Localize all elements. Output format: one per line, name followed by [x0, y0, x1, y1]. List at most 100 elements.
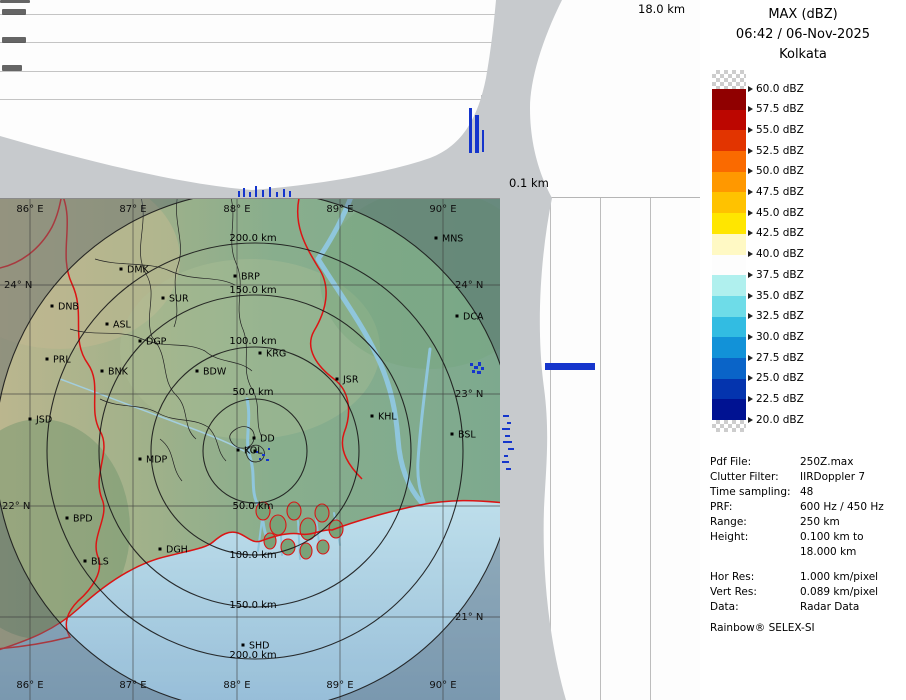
- radar-echo: [503, 441, 512, 443]
- radar-echo: [507, 422, 511, 424]
- radar-echo-cell: [259, 458, 261, 460]
- height-axis-corner-panel: 18.0 km 0.1 km: [500, 0, 700, 198]
- meta-value: 600 Hz / 450 Hz: [800, 501, 884, 513]
- city-marker: [84, 560, 87, 563]
- radar-echo-cell: [481, 367, 484, 370]
- city-marker: [46, 358, 49, 361]
- lat-label: 22° N: [2, 501, 30, 512]
- meta-label: PRF:: [710, 501, 800, 514]
- height-axis-min-label: 0.1 km: [509, 176, 549, 190]
- city-marker: [106, 323, 109, 326]
- radar-echo: [482, 130, 484, 152]
- city-label: BDW: [203, 367, 227, 378]
- radar-map-panel: 86° E86° E87° E87° E88° E88° E89° E89° E…: [0, 198, 500, 700]
- radar-echo-cell: [472, 370, 475, 373]
- range-ring-label: 200.0 km: [229, 233, 276, 244]
- city-marker: [29, 418, 32, 421]
- meta-value: IIRDoppler 7: [800, 471, 865, 483]
- vertical-profile-top-panel: [0, 0, 500, 198]
- meta-value: 0.089 km/pixel: [800, 586, 878, 598]
- meta-row: Data:Radar Data: [710, 601, 904, 614]
- city-marker: [451, 433, 454, 436]
- city-marker: [456, 315, 459, 318]
- city-label: JSR: [342, 375, 359, 386]
- radar-echo: [238, 191, 240, 197]
- meta-row: Range:250 km: [710, 516, 904, 529]
- radar-echo: [505, 435, 510, 437]
- radar-echo-cell: [268, 448, 270, 450]
- city-marker: [196, 370, 199, 373]
- city-marker: [336, 378, 339, 381]
- radar-echo: [502, 461, 509, 463]
- meta-value: Radar Data: [800, 601, 859, 613]
- city-label: MNS: [442, 234, 463, 245]
- city-label: DMK: [127, 265, 150, 276]
- lon-label: 89° E: [326, 680, 353, 691]
- city-marker: [242, 644, 245, 647]
- meta-label: Data:: [710, 601, 800, 614]
- lon-label: 90° E: [429, 204, 456, 215]
- city-marker: [435, 237, 438, 240]
- lon-label: 89° E: [326, 204, 353, 215]
- radar-echo-cell: [470, 363, 473, 366]
- meta-label: Hor Res:: [710, 571, 800, 584]
- city-label: DGH: [166, 545, 188, 556]
- meta-label: Clutter Filter:: [710, 471, 800, 484]
- radar-map: 86° E86° E87° E87° E88° E88° E89° E89° E…: [0, 199, 500, 700]
- city-label: KHL: [378, 412, 397, 423]
- city-marker: [162, 297, 165, 300]
- radar-echo: [475, 115, 479, 153]
- radar-echo-cell: [478, 362, 481, 366]
- city-marker: [139, 340, 142, 343]
- radar-echo: [243, 188, 245, 197]
- range-ring-label: 150.0 km: [229, 285, 276, 296]
- meta-value: 1.000 km/pixel: [800, 571, 878, 583]
- city-label: DD: [260, 434, 275, 445]
- radar-max-display: 18.0 km 0.1 km: [0, 0, 906, 700]
- city-marker: [51, 305, 54, 308]
- metadata-block: Pdf File:250Z.maxClutter Filter:IIRDoppl…: [700, 0, 906, 700]
- lat-label: 24° N: [455, 280, 483, 291]
- city-label: MDP: [146, 455, 168, 466]
- meta-value: 250Z.max: [800, 456, 853, 468]
- city-marker: [237, 449, 240, 452]
- meta-value: 0.100 km to: [800, 531, 864, 543]
- city-marker: [234, 275, 237, 278]
- range-ring-label: 150.0 km: [229, 600, 276, 611]
- radar-echo: [506, 468, 511, 470]
- radar-echo: [249, 192, 251, 197]
- lon-label: 87° E: [119, 204, 146, 215]
- radar-echo: [469, 108, 472, 153]
- city-label: KRG: [266, 349, 286, 360]
- legend-panel: MAX (dBZ) 06:42 / 06-Nov-2025 Kolkata 60…: [700, 0, 906, 700]
- radar-echo: [255, 186, 257, 197]
- beam-coverage-mask-top: [0, 0, 500, 198]
- vertical-profile-right-panel: [500, 198, 700, 700]
- lat-label: 23° N: [455, 389, 483, 400]
- meta-value: 250 km: [800, 516, 840, 528]
- city-label: DCA: [463, 312, 484, 323]
- radar-echo: [276, 192, 278, 197]
- range-ring-label: 200.0 km: [229, 650, 276, 661]
- city-marker: [101, 370, 104, 373]
- meta-label: Range:: [710, 516, 800, 529]
- lat-label: 24° N: [4, 280, 32, 291]
- city-label: BRP: [241, 272, 260, 283]
- range-ring-label: 50.0 km: [233, 387, 274, 398]
- meta-row: Hor Res:1.000 km/pixel: [710, 571, 904, 584]
- range-ring-label: 100.0 km: [229, 336, 276, 347]
- meta-value: 48: [800, 486, 813, 498]
- meta-row: Vert Res:0.089 km/pixel: [710, 586, 904, 599]
- radar-echo-cell: [477, 371, 481, 374]
- lon-label: 87° E: [119, 680, 146, 691]
- height-axis-max-label: 18.0 km: [638, 2, 685, 16]
- legend-footer: Rainbow® SELEX-SI: [710, 622, 815, 634]
- meta-row: Height:0.100 km to: [710, 531, 904, 544]
- meta-row: Clutter Filter:IIRDoppler 7: [710, 471, 904, 484]
- city-label: BNK: [108, 367, 129, 378]
- radar-echo: [289, 191, 291, 197]
- city-marker: [253, 437, 256, 440]
- meta-label: Height:: [710, 531, 800, 544]
- lon-label: 88° E: [223, 680, 250, 691]
- city-label: KOL: [244, 446, 263, 457]
